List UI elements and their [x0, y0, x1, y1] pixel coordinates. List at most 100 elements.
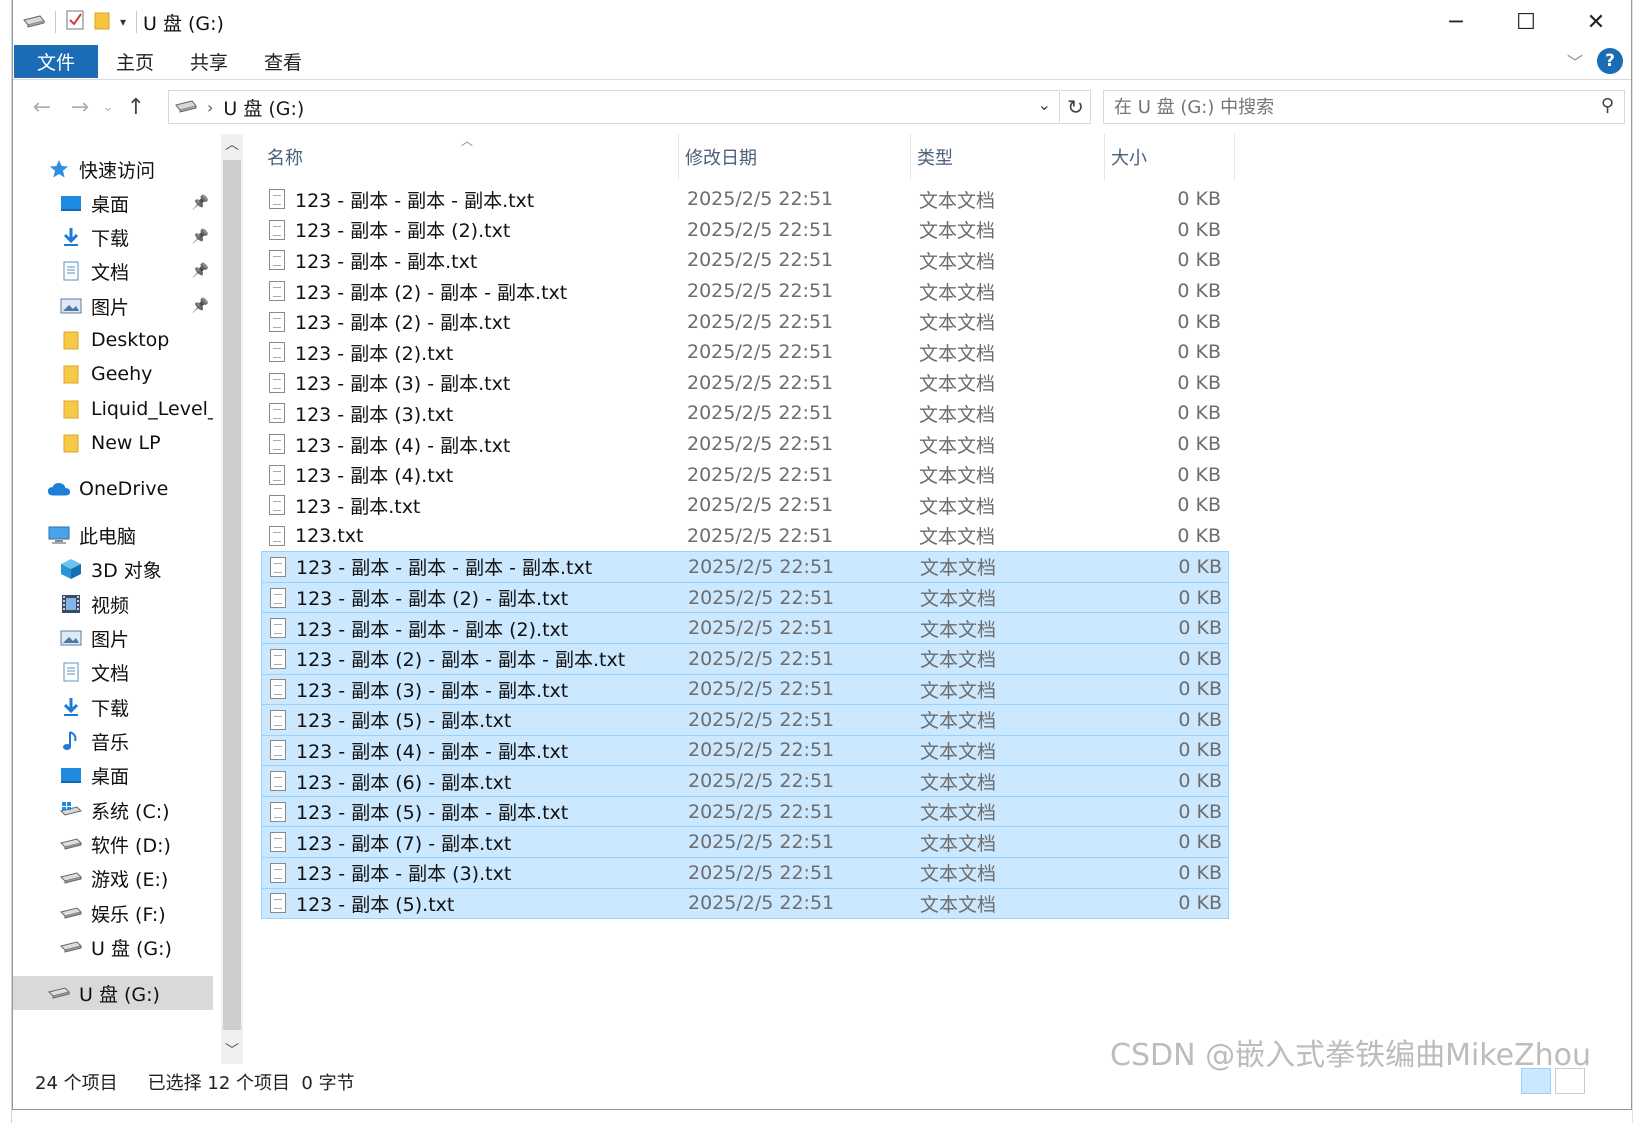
- file-row[interactable]: 123 - 副本 (5) - 副本.txt 2025/2/5 22:51 文本文档 0…: [261, 704, 1229, 736]
- file-row[interactable]: 123.txt 2025/2/5 22:51 文本文档 0 KB: [261, 521, 1229, 552]
- file-row[interactable]: 123 - 副本 (4).txt 2025/2/5 22:51 文本文档 0 KB: [261, 459, 1229, 490]
- file-row[interactable]: 123 - 副本 (3) - 副本.txt 2025/2/5 22:51 文本文档 0…: [261, 368, 1229, 399]
- sidebar-item[interactable]: 图片 📌: [13, 289, 213, 323]
- search-icon[interactable]: ⚲: [1601, 95, 1614, 116]
- sidebar-item[interactable]: OneDrive: [13, 472, 213, 506]
- file-row[interactable]: 123 - 副本 (3) - 副本 - 副本.txt 2025/2/5 22:51…: [261, 673, 1229, 706]
- sidebar-item[interactable]: 视频: [13, 587, 213, 621]
- column-header-size[interactable]: 大小: [1105, 134, 1235, 180]
- file-name-cell: 123 - 副本 (3) - 副本 - 副本.txt: [262, 676, 680, 703]
- scroll-down-icon[interactable]: ﹀: [221, 1040, 243, 1064]
- search-box[interactable]: ⚲: [1103, 90, 1625, 124]
- file-name: 123 - 副本 - 副本 (3).txt: [296, 863, 512, 886]
- maximize-button[interactable]: ☐: [1491, 0, 1561, 44]
- file-name: 123 - 副本 (5) - 副本.txt: [296, 710, 512, 733]
- recent-locations-icon[interactable]: ⌄: [99, 100, 117, 115]
- sidebar-item[interactable]: 文档: [13, 655, 213, 689]
- file-size: 0 KB: [1177, 371, 1221, 394]
- file-row[interactable]: 123 - 副本 - 副本 - 副本 (2).txt 2025/2/5 22:51…: [261, 612, 1229, 644]
- properties-icon[interactable]: [66, 10, 84, 34]
- sidebar-item[interactable]: 音乐: [13, 724, 213, 758]
- column-header-name[interactable]: 名称 ︿: [261, 134, 679, 180]
- sidebar-item[interactable]: Geehy: [13, 357, 213, 391]
- sidebar-item[interactable]: Liquid_Level_M: [13, 392, 213, 426]
- tab-file[interactable]: 文件: [14, 45, 98, 78]
- tab-home[interactable]: 主页: [98, 44, 172, 80]
- file-row[interactable]: 123 - 副本 (3).txt 2025/2/5 22:51 文本文档 0 KB: [261, 398, 1229, 429]
- tab-share[interactable]: 共享: [172, 44, 246, 80]
- address-history-dropdown-icon[interactable]: ⌄: [1038, 95, 1051, 114]
- file-row[interactable]: 123 - 副本 (5) - 副本 - 副本.txt 2025/2/5 22:51…: [261, 795, 1229, 828]
- title-bar: ▾ U 盘 (G:) ─ ☐ ✕: [13, 0, 1631, 44]
- help-icon[interactable]: ?: [1597, 48, 1623, 74]
- sidebar-item[interactable]: 游戏 (E:): [13, 861, 213, 895]
- new-folder-icon[interactable]: [94, 10, 110, 34]
- column-header-type[interactable]: 类型: [911, 134, 1105, 180]
- sidebar-item[interactable]: 系统 (C:): [13, 793, 213, 827]
- breadcrumb-separator-icon[interactable]: ›: [207, 98, 213, 117]
- chevron-down-icon[interactable]: ▾: [120, 15, 126, 29]
- file-row[interactable]: 123 - 副本 - 副本 - 副本 - 副本.txt 2025/2/5 22:5…: [261, 551, 1229, 583]
- pin-icon[interactable]: 📌: [192, 298, 209, 314]
- scroll-up-icon[interactable]: ︿: [221, 134, 243, 158]
- desktop-icon: [59, 192, 83, 214]
- file-type: 文本文档: [919, 495, 996, 518]
- forward-arrow-icon[interactable]: →: [61, 95, 99, 120]
- file-name-cell: 123 - 副本 - 副本 (2).txt: [261, 216, 679, 243]
- file-row[interactable]: 123 - 副本 (2) - 副本 - 副本 - 副本.txt 2025/2/5 …: [261, 642, 1229, 675]
- sidebar-item[interactable]: 3D 对象: [13, 552, 213, 586]
- breadcrumb[interactable]: U 盘 (G:): [223, 94, 304, 121]
- file-row[interactable]: 123 - 副本 (2).txt 2025/2/5 22:51 文本文档 0 KB: [261, 337, 1229, 368]
- pin-icon[interactable]: 📌: [192, 263, 209, 279]
- sidebar-item[interactable]: U 盘 (G:): [13, 930, 213, 964]
- navigation-pane-scrollbar[interactable]: ︿ ﹀: [221, 134, 243, 1064]
- back-arrow-icon[interactable]: ←: [23, 95, 61, 120]
- sidebar-item[interactable]: 此电脑: [13, 518, 213, 552]
- close-button[interactable]: ✕: [1561, 0, 1631, 44]
- tab-view[interactable]: 查看: [246, 44, 320, 80]
- sidebar-item[interactable]: New LP: [13, 426, 213, 460]
- file-date: 2025/2/5 22:51: [687, 341, 834, 364]
- file-row[interactable]: 123 - 副本 (2) - 副本 - 副本.txt 2025/2/5 22:51…: [261, 276, 1229, 307]
- file-row[interactable]: 123 - 副本 - 副本 (2).txt 2025/2/5 22:51 文本文档 0…: [261, 215, 1229, 246]
- sidebar-item[interactable]: 桌面: [13, 758, 213, 792]
- cube-icon: [59, 558, 83, 580]
- expand-ribbon-icon[interactable]: ﹀: [1567, 49, 1583, 73]
- file-row[interactable]: 123 - 副本 - 副本 - 副本.txt 2025/2/5 22:51 文本文档…: [261, 184, 1229, 215]
- file-row[interactable]: 123 - 副本 - 副本.txt 2025/2/5 22:51 文本文档 0 KB: [261, 245, 1229, 276]
- sidebar-item[interactable]: 下载 📌: [13, 220, 213, 254]
- sidebar-item[interactable]: U 盘 (G:): [13, 976, 213, 1010]
- file-name-cell: 123 - 副本 (4) - 副本.txt: [261, 431, 679, 458]
- minimize-button[interactable]: ─: [1421, 0, 1491, 44]
- sidebar-item[interactable]: 快速访问: [13, 152, 213, 186]
- file-row[interactable]: 123 - 副本.txt 2025/2/5 22:51 文本文档 0 KB: [261, 490, 1229, 521]
- search-input[interactable]: [1114, 96, 1554, 118]
- sidebar-item[interactable]: 软件 (D:): [13, 827, 213, 861]
- up-arrow-icon[interactable]: ↑: [117, 95, 155, 120]
- document-icon: [59, 260, 83, 282]
- file-row[interactable]: 123 - 副本 - 副本 (3).txt 2025/2/5 22:51 文本文档 0…: [261, 857, 1229, 889]
- drive-icon[interactable]: [23, 13, 45, 32]
- scrollbar-thumb[interactable]: [223, 160, 241, 1030]
- file-row[interactable]: 123 - 副本 (7) - 副本.txt 2025/2/5 22:51 文本文档 0…: [261, 826, 1229, 859]
- file-row[interactable]: 123 - 副本 (4) - 副本 - 副本.txt 2025/2/5 22:51…: [261, 734, 1229, 767]
- refresh-button[interactable]: ↻: [1061, 90, 1091, 124]
- column-header-date[interactable]: 修改日期: [679, 134, 911, 180]
- pin-icon[interactable]: 📌: [192, 195, 209, 211]
- sidebar-item[interactable]: 桌面 📌: [13, 186, 213, 220]
- address-bar[interactable]: › U 盘 (G:) ⌄: [168, 90, 1060, 124]
- sidebar-item[interactable]: 文档 📌: [13, 254, 213, 288]
- file-row[interactable]: 123 - 副本 (6) - 副本.txt 2025/2/5 22:51 文本文档 0…: [261, 765, 1229, 797]
- sidebar-item[interactable]: 图片: [13, 621, 213, 655]
- sidebar-item[interactable]: 下载: [13, 690, 213, 724]
- file-row[interactable]: 123 - 副本 (5).txt 2025/2/5 22:51 文本文档 0 KB: [261, 887, 1229, 920]
- pin-icon[interactable]: 📌: [192, 229, 209, 245]
- file-name-cell: 123 - 副本 (2) - 副本 - 副本.txt: [261, 278, 679, 305]
- file-row[interactable]: 123 - 副本 (2) - 副本.txt 2025/2/5 22:51 文本文档 0…: [261, 306, 1229, 337]
- sidebar-item[interactable]: 娱乐 (F:): [13, 896, 213, 930]
- file-row[interactable]: 123 - 副本 (4) - 副本.txt 2025/2/5 22:51 文本文档 0…: [261, 429, 1229, 460]
- file-row[interactable]: 123 - 副本 - 副本 (2) - 副本.txt 2025/2/5 22:51…: [261, 581, 1229, 614]
- sidebar-item[interactable]: Desktop: [13, 323, 213, 357]
- file-size: 0 KB: [1178, 770, 1222, 793]
- text-file-icon: [269, 525, 285, 546]
